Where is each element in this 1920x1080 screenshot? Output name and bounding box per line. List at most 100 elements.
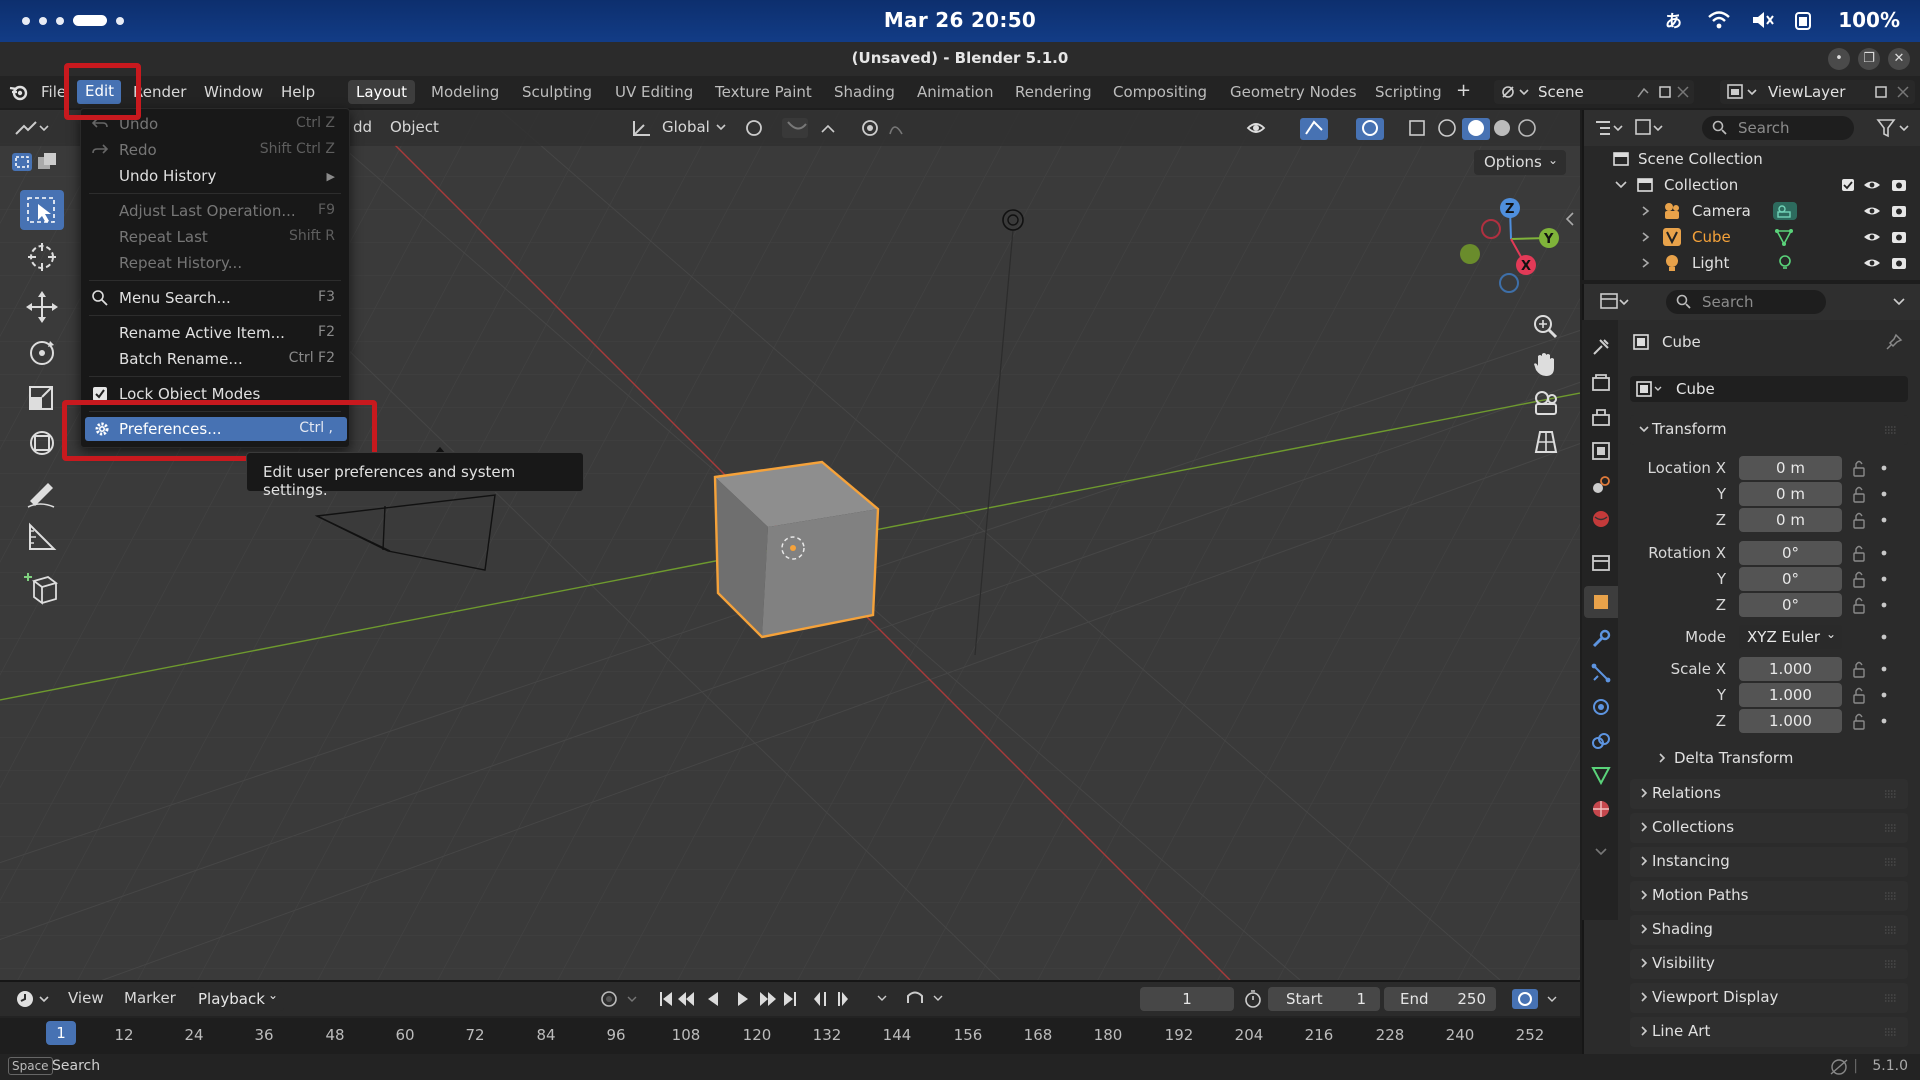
transform-lock-and-keyframe-icons[interactable] — [1852, 456, 1892, 736]
drag-grip-icon[interactable] — [1884, 959, 1898, 969]
drag-grip-icon[interactable] — [1884, 993, 1898, 1003]
input-source-icon[interactable]: あ — [1662, 9, 1688, 31]
menu-window[interactable]: Window — [204, 83, 263, 101]
drag-grip-icon[interactable] — [1884, 823, 1898, 833]
tab-animation[interactable]: Animation — [909, 80, 1001, 104]
transform-panel-header[interactable]: Transform — [1630, 415, 1908, 445]
panel-instancing[interactable]: Instancing — [1630, 847, 1908, 877]
drag-grip-icon[interactable] — [1884, 925, 1898, 935]
tab-rendering[interactable]: Rendering — [1007, 80, 1100, 104]
display-mode-icon[interactable] — [1632, 116, 1666, 140]
timeline-ruler[interactable]: 12 24 36 48 60 72 84 96 108 120 132 144 … — [0, 1018, 1580, 1054]
outliner-collection[interactable]: Collection — [1584, 172, 1920, 198]
add-cube-tool[interactable] — [20, 567, 64, 607]
sidebar-toggle-icon[interactable] — [1564, 210, 1576, 228]
drag-grip-icon[interactable] — [1884, 891, 1898, 901]
rotation-x-field[interactable]: 0° — [1739, 541, 1842, 565]
clock[interactable]: Mar 26 20:50 — [0, 8, 1920, 32]
pivot-snap-proportional-icons[interactable] — [742, 116, 912, 140]
chevron-right-icon[interactable] — [1640, 257, 1652, 269]
pin-icon[interactable] — [1884, 332, 1904, 352]
cursor-tool[interactable] — [20, 237, 64, 277]
wifi-icon[interactable] — [1706, 9, 1732, 31]
outliner-search-input[interactable]: Search — [1702, 116, 1854, 140]
tab-compositing[interactable]: Compositing — [1105, 80, 1215, 104]
visibility-toggles-icon[interactable] — [1862, 203, 1916, 219]
panel-shading[interactable]: Shading — [1630, 915, 1908, 945]
drag-grip-icon[interactable] — [1884, 789, 1898, 799]
drag-grip-icon[interactable] — [1884, 425, 1898, 435]
visibility-toggles-icon[interactable] — [1840, 177, 1916, 193]
start-frame-field[interactable]: Start 1 — [1268, 987, 1380, 1011]
menu-item-rename-active[interactable]: Rename Active Item... F2 — [81, 321, 349, 345]
menu-item-redo[interactable]: Redo Shift Ctrl Z — [81, 138, 349, 162]
scale-z-field[interactable]: 1.000 — [1739, 709, 1842, 733]
scene-selector[interactable]: Scene — [1494, 80, 1694, 104]
scale-y-field[interactable]: 1.000 — [1739, 683, 1842, 707]
view-layer-tab-icon[interactable] — [1590, 440, 1612, 462]
particles-tab-icon[interactable] — [1590, 662, 1612, 684]
output-tab-icon[interactable] — [1590, 406, 1612, 428]
menu-item-batch-rename[interactable]: Batch Rename... Ctrl F2 — [81, 347, 349, 371]
timeline-editor-icon[interactable] — [14, 988, 54, 1010]
properties-editor-icon[interactable] — [1598, 290, 1632, 314]
filter-icon[interactable] — [1874, 116, 1914, 140]
location-y-field[interactable]: 0 m — [1739, 482, 1842, 506]
auto-keying-icon[interactable] — [598, 988, 644, 1010]
overlay-toggle-icon[interactable] — [1510, 987, 1564, 1011]
view-layer-selector[interactable]: ViewLayer — [1720, 80, 1915, 104]
collection-tab-icon[interactable] — [1590, 552, 1612, 574]
panel-viewport-display[interactable]: Viewport Display — [1630, 983, 1908, 1013]
tab-shading[interactable]: Shading — [826, 80, 903, 104]
world-tab-icon[interactable] — [1590, 508, 1612, 530]
menu-item-repeat-history[interactable]: Repeat History... — [81, 251, 349, 275]
panel-line-art[interactable]: Line Art — [1630, 1017, 1908, 1047]
render-tab-icon[interactable] — [1590, 372, 1612, 394]
drag-grip-icon[interactable] — [1884, 857, 1898, 867]
menu-item-adjust-last[interactable]: Adjust Last Operation... F9 — [81, 199, 349, 223]
modifier-tab-icon[interactable] — [1590, 628, 1612, 650]
tab-sculpting[interactable]: Sculpting — [514, 80, 600, 104]
scale-tool[interactable] — [20, 377, 64, 417]
rotation-mode-select[interactable]: XYZ Euler ⌄ — [1739, 625, 1842, 649]
network-disabled-icon[interactable] — [1828, 1058, 1850, 1076]
playback-controls-icons[interactable] — [656, 987, 946, 1011]
material-tab-icon[interactable] — [1590, 798, 1612, 820]
measure-tool[interactable] — [20, 517, 64, 557]
scene-tab-icon[interactable] — [1590, 474, 1612, 496]
visibility-toggles-icon[interactable] — [1862, 229, 1916, 245]
panel-collections[interactable]: Collections — [1630, 813, 1908, 843]
menu-item-menu-search[interactable]: Menu Search... F3 — [81, 286, 349, 310]
tab-scripting[interactable]: Scripting — [1367, 80, 1450, 104]
tab-uv-editing[interactable]: UV Editing — [607, 80, 701, 104]
camera-view-icon[interactable] — [1526, 386, 1566, 422]
playhead-frame-indicator[interactable]: 1 — [46, 1021, 76, 1045]
menu-object[interactable]: Object — [390, 118, 439, 136]
editor-type-icon[interactable] — [12, 116, 52, 140]
tool-tab-icon[interactable] — [1590, 336, 1612, 358]
tab-texture-paint[interactable]: Texture Paint — [707, 80, 820, 104]
pan-hand-icon[interactable] — [1526, 346, 1566, 382]
visibility-toggles-icon[interactable] — [1862, 255, 1916, 271]
stopwatch-icon[interactable] — [1242, 988, 1264, 1010]
outliner-item-cube[interactable]: Cube — [1584, 224, 1920, 250]
menu-item-repeat-last[interactable]: Repeat Last Shift R — [81, 225, 349, 249]
rotation-y-field[interactable]: 0° — [1739, 567, 1842, 591]
delta-transform-subpanel[interactable]: Delta Transform — [1652, 745, 1902, 771]
blender-logo-icon[interactable] — [8, 82, 30, 102]
outliner-item-light[interactable]: Light — [1584, 250, 1920, 276]
panel-motion-paths[interactable]: Motion Paths — [1630, 881, 1908, 911]
constraints-tab-icon[interactable] — [1590, 730, 1612, 752]
zoom-icon[interactable] — [1526, 308, 1566, 344]
menu-help[interactable]: Help — [281, 83, 315, 101]
view-layer-actions-icon[interactable] — [1872, 84, 1912, 100]
menu-file[interactable]: File — [41, 83, 66, 101]
object-name-field[interactable]: Cube — [1630, 376, 1908, 402]
panel-visibility[interactable]: Visibility — [1630, 949, 1908, 979]
chevron-down-icon[interactable] — [1614, 179, 1628, 191]
properties-search-input[interactable]: Search — [1666, 290, 1826, 314]
end-frame-field[interactable]: End 250 — [1384, 987, 1496, 1011]
timeline-menu-marker[interactable]: Marker — [124, 989, 176, 1007]
current-frame-field[interactable]: 1 — [1140, 987, 1234, 1011]
options-button[interactable]: Options ⌄ — [1474, 150, 1566, 175]
